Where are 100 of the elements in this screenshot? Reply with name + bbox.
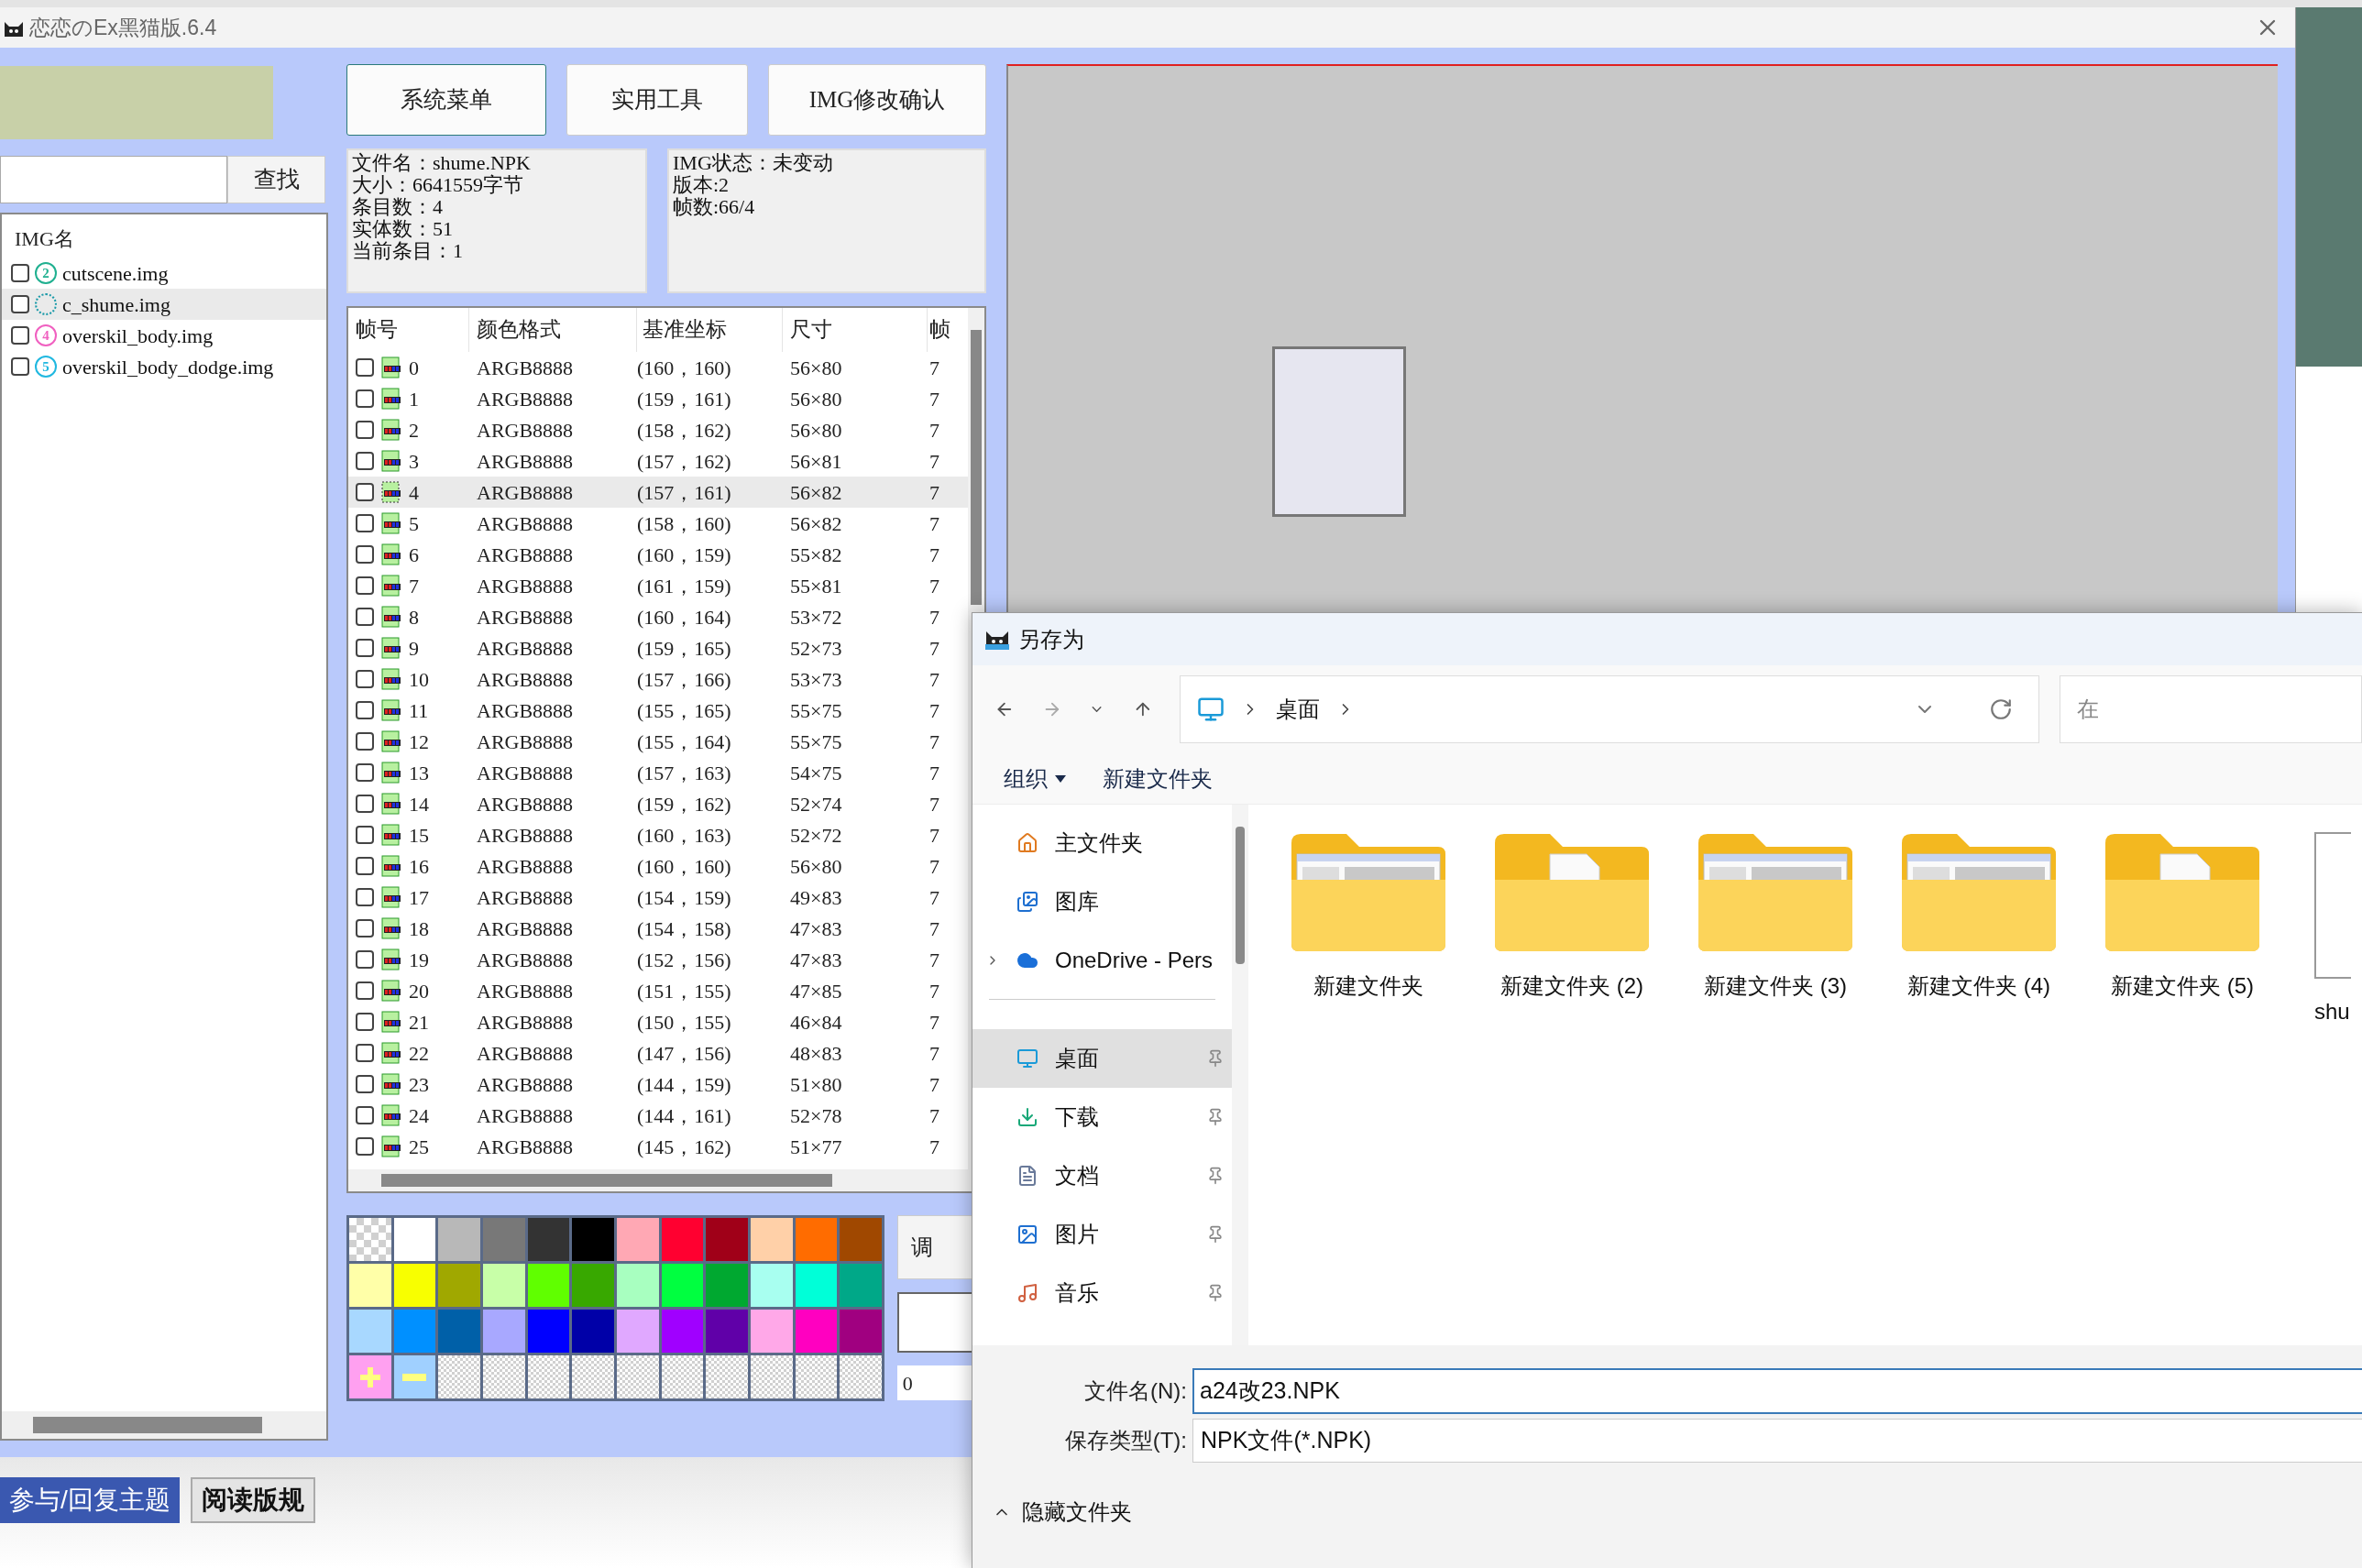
color-swatch[interactable] [393,1264,436,1307]
color-swatch[interactable] [750,1264,793,1307]
frame-row[interactable]: 17 ARGB8888 (154，159) 49×83 7 [348,882,968,913]
img-list-item[interactable]: 5 overskil_body_dodge.img [2,351,326,382]
empty-swatch[interactable] [840,1355,882,1398]
add-swatch-button[interactable] [349,1355,391,1398]
menu-button[interactable]: 系统菜单 [346,64,546,136]
hide-folders-toggle[interactable]: 隐藏文件夹 [993,1496,1132,1529]
color-swatch[interactable] [616,1218,659,1261]
checkbox[interactable] [11,326,29,345]
color-swatch[interactable] [393,1218,436,1261]
color-swatch[interactable] [840,1310,882,1353]
checkbox[interactable] [11,295,29,313]
folder-item[interactable]: 新建文件夹 (3) [1697,832,1854,1003]
checkbox[interactable] [356,732,374,751]
column-header[interactable]: 颜色格式 [469,308,637,352]
color-swatch[interactable] [438,1310,480,1353]
color-swatch[interactable] [840,1264,882,1307]
breadcrumb-item[interactable]: 桌面 [1276,693,1321,726]
frame-row[interactable]: 7 ARGB8888 (161，159) 55×81 7 [348,570,968,601]
refresh-icon[interactable] [1989,697,2013,721]
checkbox[interactable] [356,1137,374,1156]
nav-item[interactable]: 下载 [972,1088,1233,1146]
file-name-field[interactable]: a24改23.NPK [1192,1368,2362,1414]
nav-item[interactable]: 文档 [972,1146,1233,1205]
color-swatch[interactable] [572,1310,614,1353]
checkbox[interactable] [356,857,374,875]
frame-row[interactable]: 8 ARGB8888 (160，164) 53×72 7 [348,601,968,632]
frame-row[interactable]: 18 ARGB8888 (154，158) 47×83 7 [348,913,968,944]
color-swatch[interactable] [840,1218,882,1261]
frame-row[interactable]: 4 ARGB8888 (157，161) 56×82 7 [348,477,968,508]
frame-row[interactable]: 1 ARGB8888 (159，161) 56×80 7 [348,383,968,414]
checkbox[interactable] [356,701,374,719]
checkbox[interactable] [356,1075,374,1093]
checkbox[interactable] [356,950,374,969]
folder-item[interactable]: 新建文件夹 (2) [1493,832,1651,1003]
search-field[interactable] [0,156,227,203]
scrollbar-thumb[interactable] [381,1174,832,1187]
color-swatch[interactable] [572,1218,614,1261]
folder-item[interactable]: 新建文件夹 [1290,832,1447,1003]
empty-swatch[interactable] [706,1355,748,1398]
remove-swatch-button[interactable] [393,1355,436,1398]
file-item[interactable]: shu [2307,832,2362,1028]
color-swatch[interactable] [706,1264,748,1307]
menu-button[interactable]: 实用工具 [566,64,748,136]
frame-row[interactable]: 3 ARGB8888 (157，162) 56×81 7 [348,445,968,477]
checkbox[interactable] [356,639,374,657]
checkbox[interactable] [356,1106,374,1124]
toolbar-button[interactable]: 组织 [1004,762,1066,795]
frame-row[interactable]: 10 ARGB8888 (157，166) 53×73 7 [348,663,968,695]
frame-row[interactable]: 13 ARGB8888 (157，163) 54×75 7 [348,757,968,788]
scrollbar-thumb[interactable] [33,1417,262,1433]
color-swatch[interactable] [482,1264,525,1307]
empty-swatch[interactable] [750,1355,793,1398]
column-header[interactable]: 帧号 [348,308,469,352]
empty-swatch[interactable] [616,1355,659,1398]
checkbox[interactable] [356,608,374,626]
color-swatch[interactable] [795,1264,838,1307]
transparent-swatch[interactable] [349,1218,391,1261]
color-swatch[interactable] [349,1264,391,1307]
nav-item[interactable]: 图库 [972,872,1233,931]
file-type-select[interactable]: NPK文件(*.NPK) [1192,1419,2362,1463]
img-list-item[interactable]: 2 cutscene.img [2,258,326,289]
empty-swatch[interactable] [527,1355,570,1398]
frame-row[interactable]: 19 ARGB8888 (152，156) 47×83 7 [348,944,968,975]
frame-row[interactable]: 12 ARGB8888 (155，164) 55×75 7 [348,726,968,757]
color-swatch[interactable] [393,1310,436,1353]
checkbox[interactable] [11,357,29,376]
empty-swatch[interactable] [572,1355,614,1398]
checkbox[interactable] [356,763,374,782]
checkbox[interactable] [356,545,374,564]
address-bar[interactable]: 桌面 [1180,675,2039,743]
forum-button[interactable]: 阅读版规 [190,1477,315,1523]
color-swatch[interactable] [482,1218,525,1261]
search-button[interactable]: 查找 [227,156,325,203]
color-swatch[interactable] [661,1218,704,1261]
column-header[interactable]: 基准坐标 [637,308,783,352]
color-swatch[interactable] [482,1310,525,1353]
color-swatch[interactable] [527,1218,570,1261]
img-list-item[interactable]: 4 overskil_body.img [2,320,326,351]
checkbox[interactable] [356,421,374,439]
checkbox[interactable] [356,452,374,470]
frame-row[interactable]: 5 ARGB8888 (158，160) 56×82 7 [348,508,968,539]
color-swatch[interactable] [616,1264,659,1307]
color-swatch[interactable] [795,1218,838,1261]
frame-row[interactable]: 21 ARGB8888 (150，155) 46×84 7 [348,1006,968,1037]
scrollbar-thumb[interactable] [971,330,982,605]
empty-swatch[interactable] [438,1355,480,1398]
checkbox[interactable] [356,389,374,408]
folder-item[interactable]: 新建文件夹 (5) [2104,832,2261,1003]
frame-row[interactable]: 14 ARGB8888 (159，162) 52×74 7 [348,788,968,819]
empty-swatch[interactable] [661,1355,704,1398]
color-swatch[interactable] [616,1310,659,1353]
color-swatch[interactable] [750,1218,793,1261]
frame-row[interactable]: 2 ARGB8888 (158，162) 56×80 7 [348,414,968,445]
color-swatch[interactable] [438,1264,480,1307]
frame-row[interactable]: 20 ARGB8888 (151，155) 47×85 7 [348,975,968,1006]
folder-item[interactable]: 新建文件夹 (4) [1900,832,2058,1003]
color-swatch[interactable] [527,1264,570,1307]
empty-swatch[interactable] [482,1355,525,1398]
